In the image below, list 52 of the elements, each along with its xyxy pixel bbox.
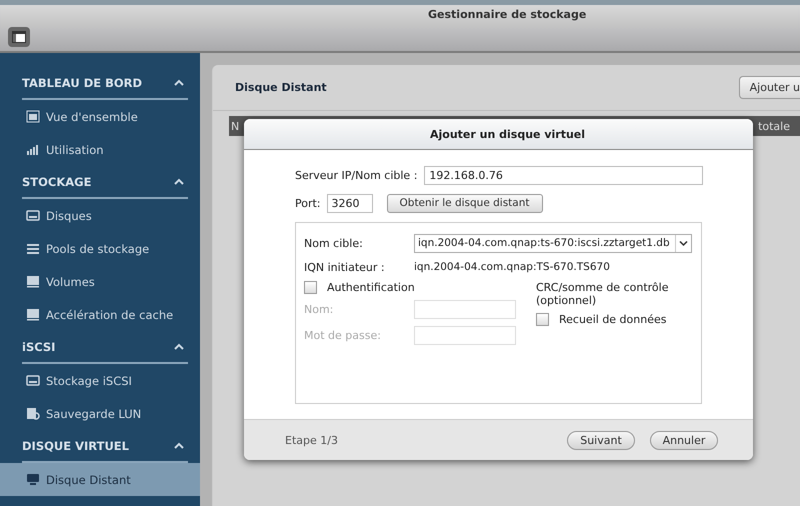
section-title: iSCSI <box>22 340 56 354</box>
dialog-button[interactable]: Suivant <box>567 430 635 450</box>
dialog-title: Ajouter un disque virtuel <box>430 128 586 140</box>
checkbox[interactable] <box>304 281 317 294</box>
checkbox-label: Authentification <box>327 281 415 294</box>
step-indicator: Etape 1/3 <box>285 434 338 446</box>
sidebar-item[interactable]: Stockage iSCSI <box>0 364 200 397</box>
panel-title: Disque Distant <box>235 81 327 94</box>
field-label: Nom cible: <box>304 236 364 250</box>
sidebar-item[interactable]: Vue d'ensemble <box>0 100 200 133</box>
sidebar-item[interactable]: Sauvegarde LUN <box>0 397 200 430</box>
chevron-icon[interactable] <box>174 442 184 449</box>
target-dropdown[interactable]: iqn.2004-04.com.qnap:ts-670:iscsi.zztarget1.db <box>414 234 692 252</box>
stack-icon <box>26 242 40 255</box>
field-label: IQN initiateur : <box>304 260 386 274</box>
drive-icon <box>26 308 40 321</box>
crc-label: CRC/somme de contrôle (optionnel) <box>536 281 670 307</box>
drive-icon <box>26 275 40 288</box>
sidebar-item[interactable]: Volumes <box>0 265 200 298</box>
sidebar-item[interactable]: Pools de stockage <box>0 232 200 265</box>
checkbox-label: Recueil de données <box>559 313 666 326</box>
add-button[interactable]: Ajouter u <box>738 76 800 99</box>
panel-toggle-icon[interactable] <box>8 27 30 47</box>
column-header: N <box>231 120 240 132</box>
port-field[interactable]: 3260 <box>326 194 373 212</box>
initiator-value: iqn.2004-04.com.qnap:TS-670.TS670 <box>414 261 610 273</box>
server-field[interactable]: 192.168.0.76 <box>424 166 704 184</box>
fetch-button[interactable]: Obtenir le disque distant <box>386 194 543 212</box>
backup-icon <box>26 407 40 420</box>
field-label: Serveur IP/Nom cible : <box>295 168 418 182</box>
section-title: TABLEAU DE BORD <box>22 76 142 90</box>
drive-icon <box>26 374 40 387</box>
drive-icon <box>26 209 40 222</box>
field-label: Nom: <box>304 302 334 316</box>
window-title: Gestionnaire de stockage <box>428 8 586 21</box>
monitor-icon <box>26 473 40 486</box>
field-label: Mot de passe: <box>304 328 382 342</box>
section-title: STOCKAGE <box>22 174 92 188</box>
sidebar-item[interactable]: Accélération de cache <box>0 298 200 331</box>
sidebar-item[interactable]: Utilisation <box>0 133 200 166</box>
field-label: Port: <box>295 196 321 210</box>
column-header: totale <box>758 120 790 132</box>
sidebar-item[interactable]: Disques <box>0 199 200 232</box>
checkbox[interactable] <box>536 313 549 326</box>
chart-icon <box>26 143 40 156</box>
sidebar-item[interactable]: Disque Distant <box>0 463 200 496</box>
chevron-icon[interactable] <box>174 178 184 185</box>
window-icon <box>26 110 40 123</box>
section-title: DISQUE VIRTUEL <box>22 438 129 452</box>
chevron-icon[interactable] <box>174 343 184 350</box>
chevron-icon[interactable] <box>174 79 184 86</box>
dialog-button[interactable]: Annuler <box>650 430 718 450</box>
